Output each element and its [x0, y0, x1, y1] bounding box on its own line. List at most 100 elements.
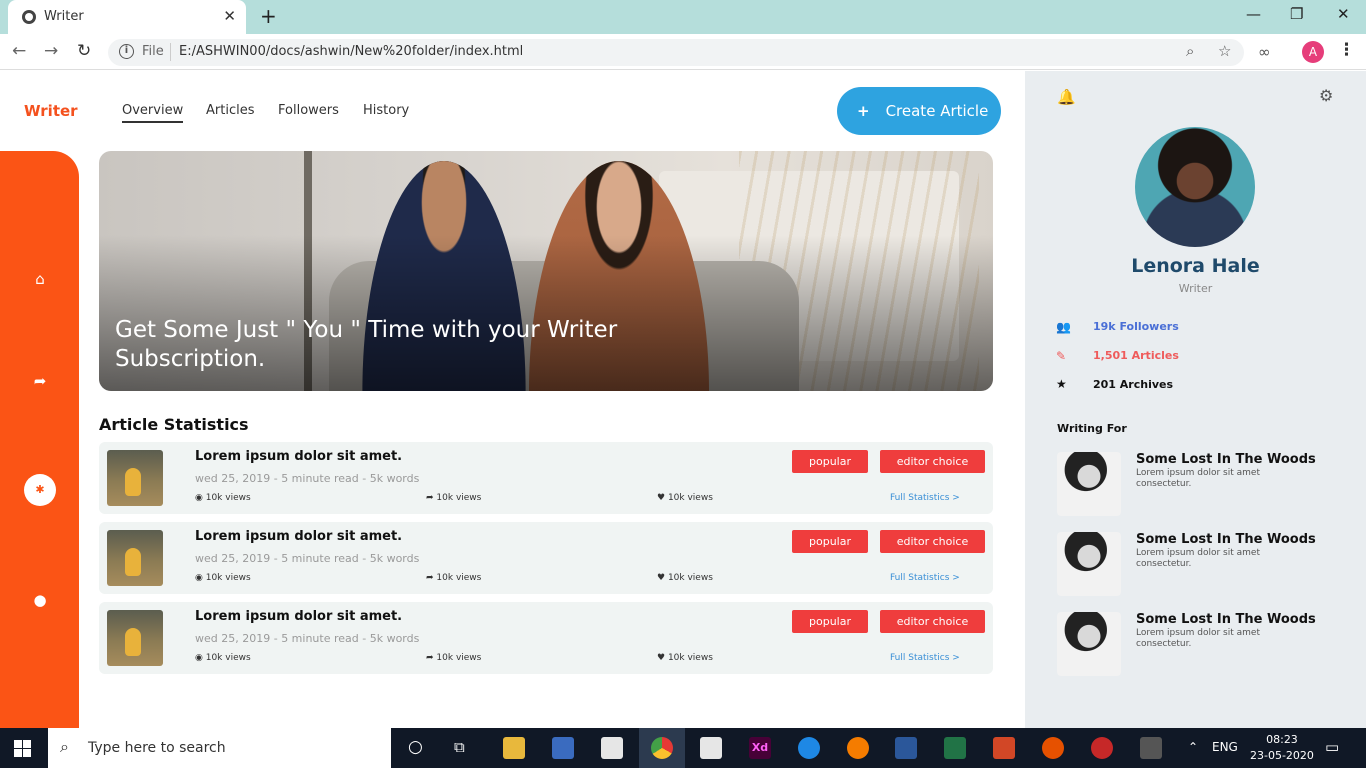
close-tab-icon[interactable]: ✕	[223, 7, 236, 25]
camera-icon[interactable]	[601, 737, 623, 759]
task-view-icon[interactable]: ⧉	[454, 738, 465, 756]
article-meta: wed 25, 2019 - 5 minute read - 5k words	[195, 472, 420, 485]
article-title[interactable]: Lorem ipsum dolor sit amet.	[195, 449, 402, 464]
user-icon[interactable]: ●	[28, 588, 52, 612]
editor-choice-badge[interactable]: editor choice	[880, 610, 985, 633]
profile-panel: 🔔 ⚙ Lenora Hale Writer 👥 19k Followers ✎…	[1025, 71, 1366, 728]
nav-overview[interactable]: Overview	[122, 103, 184, 123]
edge-icon[interactable]	[798, 737, 820, 759]
home-icon[interactable]: ⌂	[28, 267, 52, 291]
windows-taskbar: ⌕ Type here to search ○ ⧉ Xd ⌃ ENG 08:23…	[0, 728, 1366, 768]
edit-icon: ✎	[1056, 349, 1067, 363]
browser-tab[interactable]: Writer ✕	[8, 0, 246, 34]
back-icon[interactable]: ←	[12, 41, 26, 61]
mail-icon[interactable]	[700, 737, 722, 759]
share-icon[interactable]: ➦	[28, 369, 52, 393]
article-meta: wed 25, 2019 - 5 minute read - 5k words	[195, 552, 420, 565]
settings-icon[interactable]: ✱	[24, 474, 56, 506]
jupyter-icon[interactable]	[1042, 737, 1064, 759]
create-article-label: Create Article	[885, 102, 989, 120]
writing-for-item[interactable]: Some Lost In The Woods Lorem ipsum dolor…	[1057, 532, 1347, 596]
search-icon: ⌕	[60, 737, 69, 756]
share-icon: ➦	[426, 493, 434, 503]
zoom-icon[interactable]: ⌕	[1186, 42, 1194, 60]
writing-for-item[interactable]: Some Lost In The Woods Lorem ipsum dolor…	[1057, 612, 1347, 676]
reload-icon[interactable]: ↻	[77, 41, 91, 61]
share-icon: ➦	[426, 653, 434, 663]
article-title[interactable]: Lorem ipsum dolor sit amet.	[195, 529, 402, 544]
share-icon: ➦	[426, 573, 434, 583]
archives-count[interactable]: 201 Archives	[1093, 378, 1173, 391]
full-statistics-link[interactable]: Full Statistics >	[890, 653, 960, 663]
search-placeholder: Type here to search	[88, 740, 226, 756]
notifications-icon[interactable]: ▭	[1325, 738, 1339, 756]
taskbar-search-input[interactable]: ⌕ Type here to search	[48, 728, 391, 768]
taskbar-clock[interactable]: 08:23 23-05-2020	[1250, 732, 1314, 764]
article-shares: ➦ 10k views	[426, 573, 482, 583]
article-row[interactable]: Lorem ipsum dolor sit amet. wed 25, 2019…	[99, 602, 993, 674]
bookmark-star-icon[interactable]: ☆	[1218, 42, 1231, 60]
writing-for-title: Some Lost In The Woods	[1136, 612, 1316, 627]
url-field[interactable]: i File E:/ASHWIN00/docs/ashwin/New%20fol…	[108, 39, 1244, 66]
nav-followers[interactable]: Followers	[278, 103, 339, 118]
browser-menu-icon[interactable]: ⋮	[1338, 40, 1355, 60]
writing-for-desc: Lorem ipsum dolor sit amet consectetur.	[1136, 548, 1260, 569]
windows-start-icon[interactable]	[14, 740, 31, 757]
store-icon[interactable]	[552, 737, 574, 759]
word-icon[interactable]	[895, 737, 917, 759]
forward-icon[interactable]: →	[44, 41, 58, 61]
new-tab-button[interactable]: +	[260, 4, 277, 28]
chrome-icon[interactable]	[651, 737, 673, 759]
full-statistics-link[interactable]: Full Statistics >	[890, 573, 960, 583]
create-article-button[interactable]: + Create Article	[837, 87, 1001, 135]
heart-icon: ♥	[657, 573, 666, 583]
file-explorer-icon[interactable]	[503, 737, 525, 759]
powerpoint-icon[interactable]	[993, 737, 1015, 759]
article-views: ◉ 10k views	[195, 653, 251, 663]
excel-icon[interactable]	[944, 737, 966, 759]
profile-avatar[interactable]: A	[1302, 41, 1324, 63]
chevron-up-icon[interactable]: ⌃	[1188, 740, 1198, 754]
info-icon[interactable]: i	[119, 44, 134, 59]
followers-count[interactable]: 19k Followers	[1093, 320, 1179, 333]
star-icon: ★	[1056, 377, 1067, 391]
articles-count[interactable]: 1,501 Articles	[1093, 349, 1179, 362]
article-thumbnail	[107, 450, 163, 506]
url-text[interactable]: E:/ASHWIN00/docs/ashwin/New%20folder/ind…	[179, 44, 523, 59]
article-title[interactable]: Lorem ipsum dolor sit amet.	[195, 609, 402, 624]
url-scheme: File	[142, 44, 164, 59]
article-row[interactable]: Lorem ipsum dolor sit amet. wed 25, 2019…	[99, 522, 993, 594]
eye-icon: ◉	[195, 653, 203, 663]
firefox-icon[interactable]	[847, 737, 869, 759]
editor-choice-badge[interactable]: editor choice	[880, 530, 985, 553]
brand-logo[interactable]: Writer	[24, 102, 78, 120]
bell-icon[interactable]: 🔔	[1057, 88, 1076, 106]
adobe-xd-icon[interactable]: Xd	[749, 737, 771, 759]
app-icon[interactable]	[1091, 737, 1113, 759]
nav-articles[interactable]: Articles	[206, 103, 254, 118]
hero-banner[interactable]: Get Some Just " You " Time with your Wri…	[99, 151, 993, 391]
article-row[interactable]: Lorem ipsum dolor sit amet. wed 25, 2019…	[99, 442, 993, 514]
popular-badge[interactable]: popular	[792, 450, 868, 473]
editor-choice-badge[interactable]: editor choice	[880, 450, 985, 473]
maximize-icon[interactable]: ❐	[1290, 5, 1303, 23]
minimize-icon[interactable]: —	[1246, 5, 1261, 23]
popular-badge[interactable]: popular	[792, 530, 868, 553]
language-indicator[interactable]: ENG	[1212, 740, 1238, 754]
article-views: ◉ 10k views	[195, 493, 251, 503]
profile-avatar-large	[1135, 127, 1255, 247]
section-title: Article Statistics	[99, 415, 249, 434]
extension-icon[interactable]: ∞	[1258, 43, 1271, 61]
writing-for-thumbnail	[1057, 452, 1121, 516]
url-divider	[170, 43, 171, 61]
article-likes: ♥ 10k views	[657, 573, 713, 583]
full-statistics-link[interactable]: Full Statistics >	[890, 493, 960, 503]
gear-icon[interactable]: ⚙	[1319, 86, 1333, 105]
popular-badge[interactable]: popular	[792, 610, 868, 633]
terminal-icon[interactable]	[1140, 737, 1162, 759]
article-shares: ➦ 10k views	[426, 653, 482, 663]
writing-for-item[interactable]: Some Lost In The Woods Lorem ipsum dolor…	[1057, 452, 1347, 516]
window-close-icon[interactable]: ✕	[1337, 5, 1350, 23]
nav-history[interactable]: History	[363, 103, 409, 118]
cortana-icon[interactable]: ○	[408, 737, 423, 757]
